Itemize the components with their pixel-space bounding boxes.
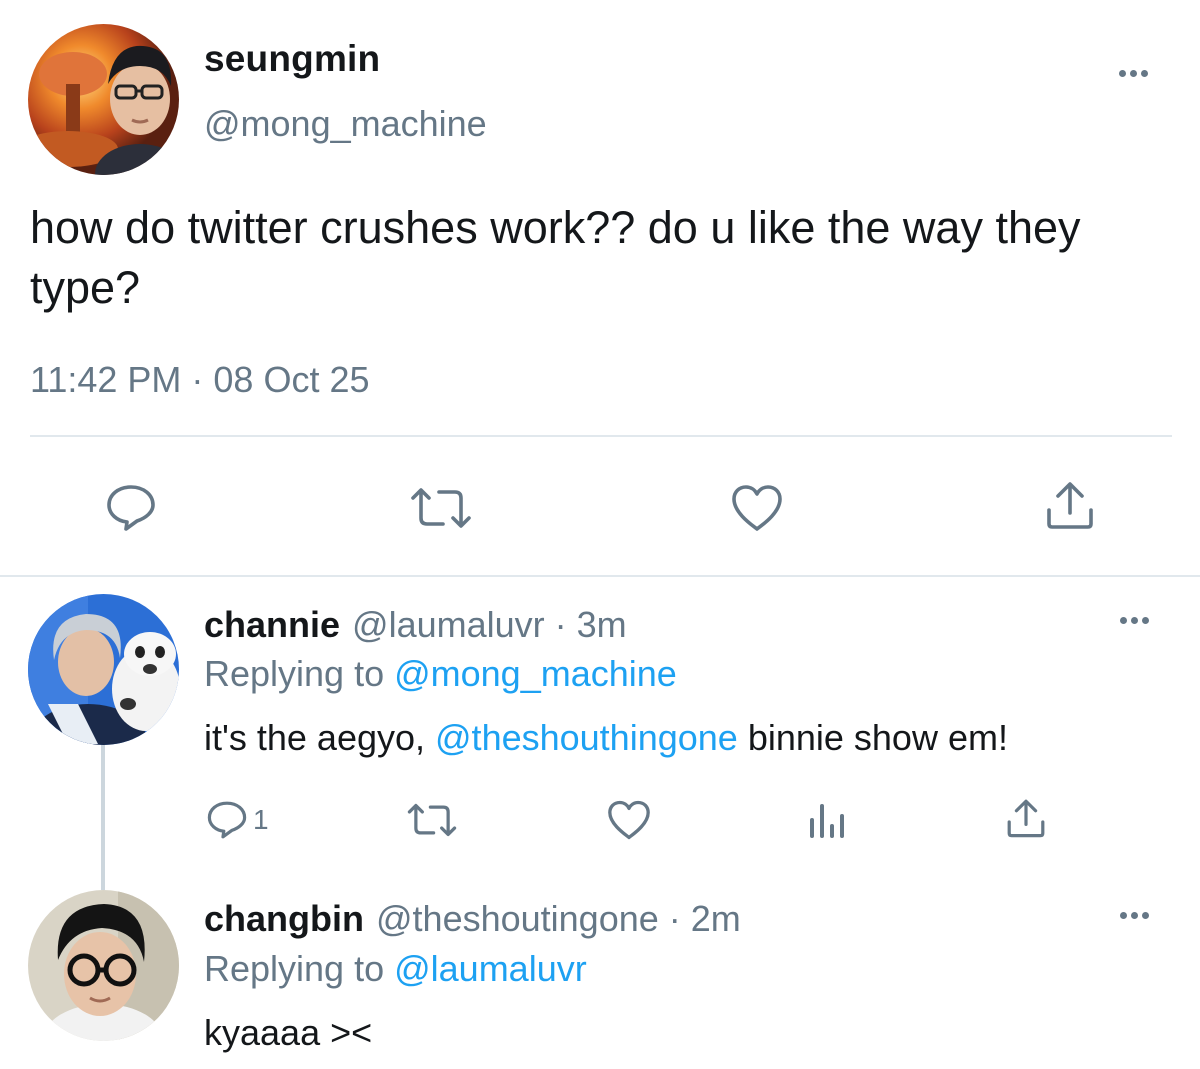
author-handle[interactable]: @mong_machine xyxy=(204,103,487,145)
reply-header: changbin @theshoutingone · 2m xyxy=(204,898,741,940)
reply-time[interactable]: · 2m xyxy=(669,898,741,939)
reply-header: channie @laumaluvr · 3m xyxy=(204,604,627,646)
retweet-button[interactable] xyxy=(410,486,472,530)
share-icon xyxy=(1047,482,1093,529)
thread-connector-line xyxy=(101,744,105,890)
replying-to-link[interactable]: @laumaluvr xyxy=(394,948,587,989)
heart-icon xyxy=(608,800,650,840)
reply-text-part: it's the aegyo, xyxy=(204,717,436,758)
avatar-changbin[interactable] xyxy=(28,890,179,1041)
replying-to: Replying to @mong_machine xyxy=(204,653,677,695)
tweet-text: how do twitter crushes work?? do u like … xyxy=(30,202,1081,313)
tweet-timestamp[interactable]: 11:42 PM · 08 Oct 25 xyxy=(30,359,370,401)
author-name[interactable]: changbin xyxy=(204,898,364,939)
replying-to-label: Replying to xyxy=(204,653,395,694)
avatar-seungmin[interactable] xyxy=(28,24,179,175)
analytics-button[interactable] xyxy=(808,802,848,838)
like-button[interactable] xyxy=(607,800,651,840)
reply-button[interactable] xyxy=(106,484,156,532)
heart-icon xyxy=(732,485,782,531)
author-name[interactable]: seungmin xyxy=(204,38,380,80)
share-icon xyxy=(1007,799,1045,838)
more-options-icon[interactable] xyxy=(1120,617,1149,624)
share-button[interactable] xyxy=(1006,798,1046,838)
reply-text-part: binnie show em! xyxy=(737,717,1008,758)
retweet-icon xyxy=(407,803,457,837)
divider xyxy=(0,575,1200,577)
author-handle[interactable]: @theshoutingone xyxy=(376,898,659,939)
reply-time[interactable]: · 3m xyxy=(555,604,627,645)
reply-text: kyaaaa >< xyxy=(204,1012,373,1053)
replying-to-link[interactable]: @mong_machine xyxy=(394,653,677,694)
avatar-channie[interactable] xyxy=(28,594,179,745)
reply-text: it's the aegyo, @theshouthingone binnie … xyxy=(204,717,1008,759)
analytics-icon xyxy=(810,804,844,838)
author-handle[interactable]: @laumaluvr xyxy=(352,604,545,645)
more-options-icon[interactable] xyxy=(1119,70,1148,77)
share-button[interactable] xyxy=(1045,480,1095,530)
replying-to: Replying to @laumaluvr xyxy=(204,948,587,990)
more-options-icon[interactable] xyxy=(1120,912,1149,919)
like-button[interactable] xyxy=(731,484,783,532)
reply-icon xyxy=(207,801,247,839)
retweet-icon xyxy=(411,488,471,528)
author-name[interactable]: channie xyxy=(204,604,340,645)
reply-count: 1 xyxy=(253,804,269,835)
reply-icon xyxy=(107,485,155,531)
retweet-button[interactable] xyxy=(407,802,457,838)
reply-button[interactable]: 1 xyxy=(207,800,269,840)
mention-link[interactable]: @theshouthingone xyxy=(435,717,738,758)
replying-to-label: Replying to xyxy=(204,948,395,989)
divider xyxy=(30,435,1172,437)
